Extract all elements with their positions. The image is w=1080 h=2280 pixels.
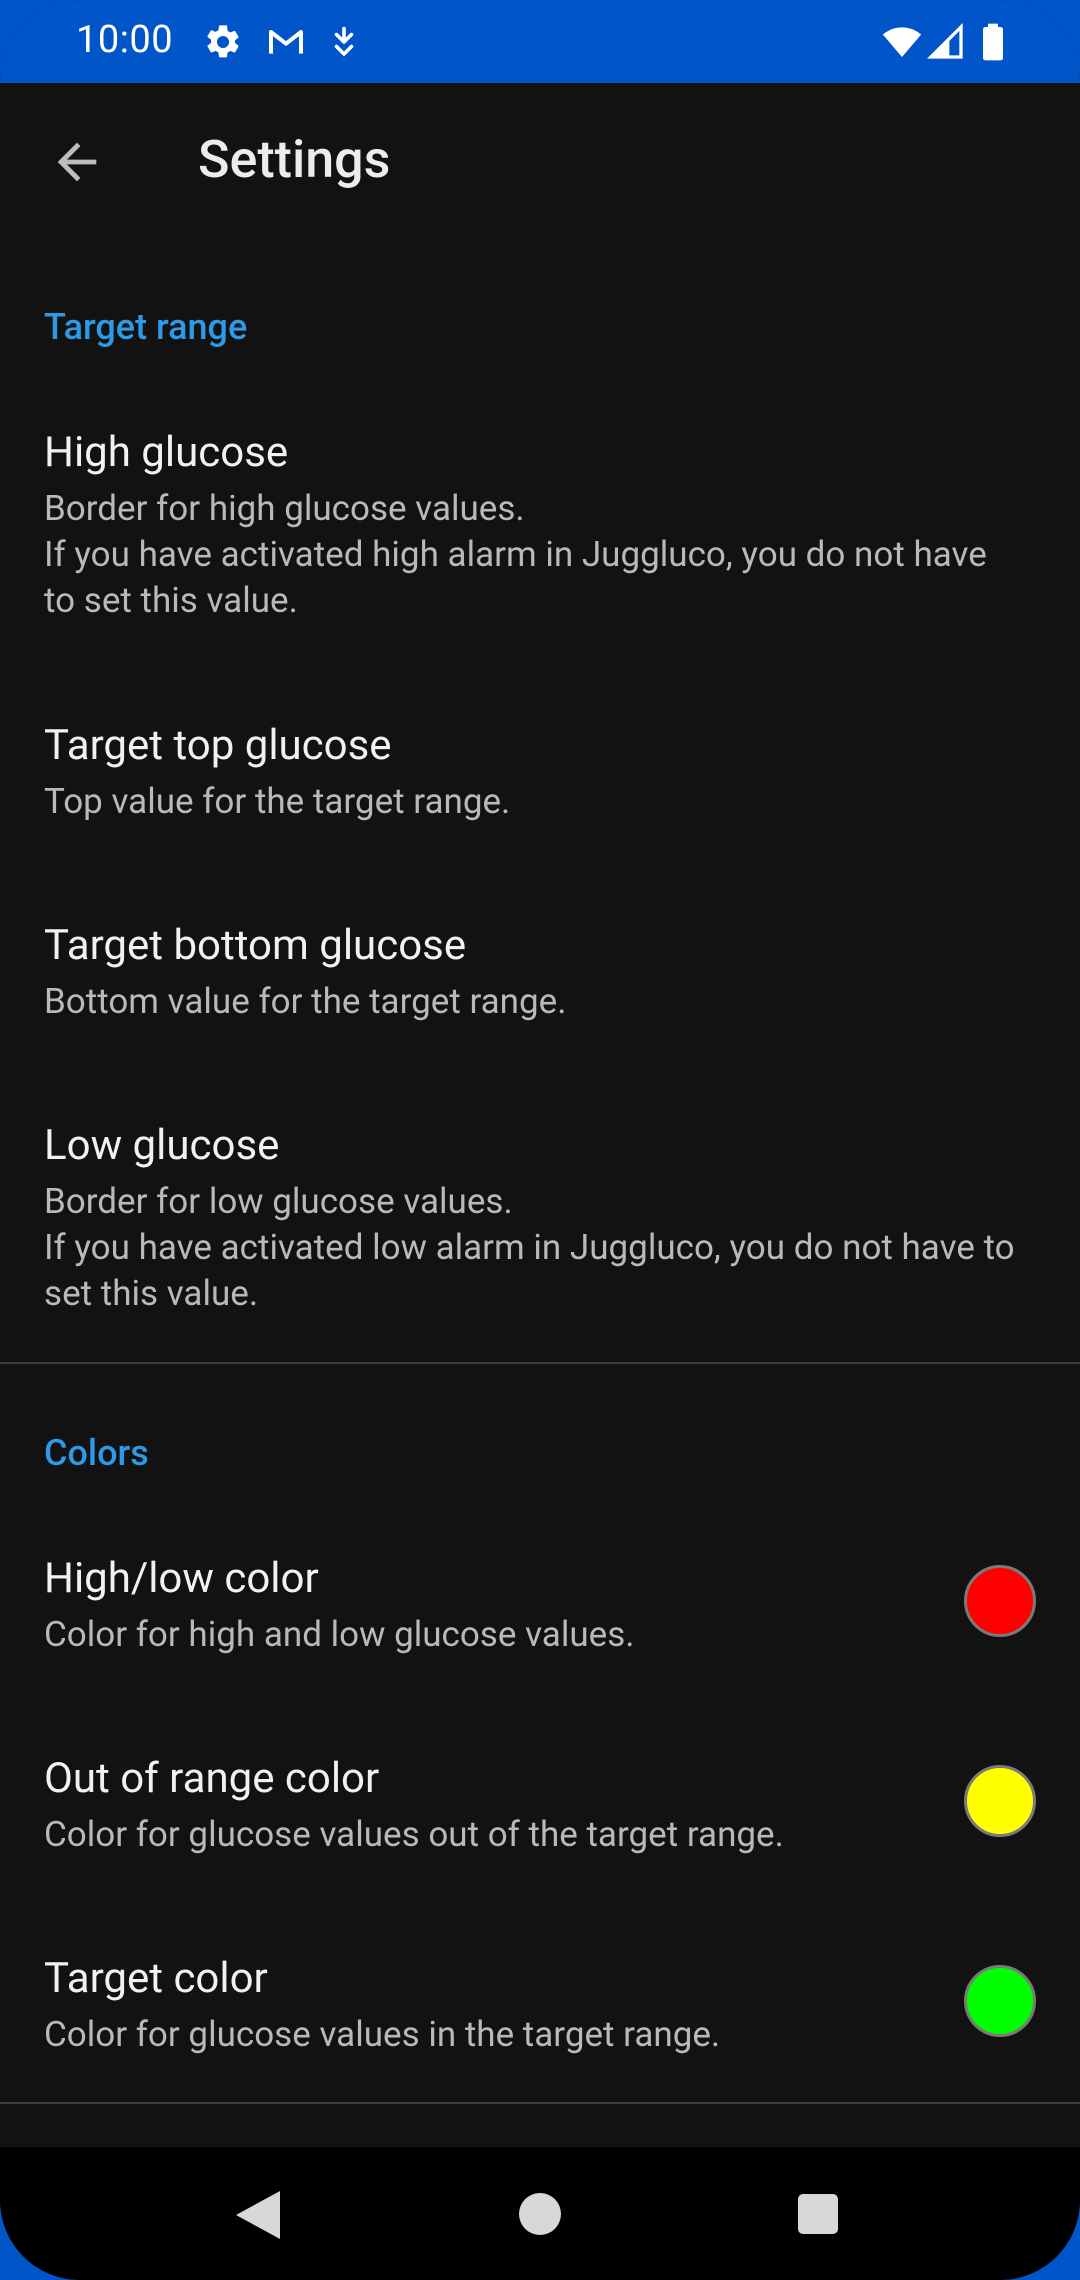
pref-title: High/low color <box>44 1554 319 1603</box>
pref-summary: Top value for the target range. <box>44 781 511 822</box>
color-swatch[interactable] <box>964 1965 1036 2037</box>
pref-high-glucose[interactable]: High glucose Border for high glucose val… <box>0 420 1080 648</box>
pref-target-color[interactable]: Target color Color for glucose values in… <box>0 1946 1080 2086</box>
color-swatch[interactable] <box>964 1765 1036 1837</box>
wifi-icon <box>882 27 922 57</box>
gmail-icon <box>269 30 303 54</box>
navigation-bar <box>0 2147 1080 2280</box>
pref-summary: Color for glucose values out of the targ… <box>44 1814 784 1855</box>
nav-back-icon[interactable] <box>236 2191 280 2239</box>
app-bar: Settings <box>0 83 1080 243</box>
arrow-back-icon[interactable] <box>48 133 106 191</box>
section-header-target-range: Target range <box>44 306 248 348</box>
pref-summary: Bottom value for the target range. <box>44 981 567 1022</box>
pref-title: Target color <box>44 1954 268 2003</box>
battery-icon <box>983 23 1003 61</box>
nav-recents-icon[interactable] <box>798 2194 838 2234</box>
pref-target-bottom-glucose[interactable]: Target bottom glucose Bottom value for t… <box>0 913 1080 1043</box>
page-title: Settings <box>198 129 391 190</box>
pref-out-of-range-color[interactable]: Out of range color Color for glucose val… <box>0 1746 1080 1886</box>
nav-home-icon[interactable] <box>519 2193 561 2235</box>
pref-summary: Color for high and low glucose values. <box>44 1614 635 1655</box>
status-bar: 10:00 <box>0 0 1080 83</box>
cell-signal-icon <box>926 22 963 59</box>
pref-high-low-color[interactable]: High/low color Color for high and low gl… <box>0 1546 1080 1686</box>
section-header-colors: Colors <box>44 1432 149 1474</box>
pref-title: High glucose <box>44 428 289 477</box>
section-divider <box>0 1362 1080 1364</box>
pref-title: Target bottom glucose <box>44 921 467 970</box>
pref-title: Low glucose <box>44 1121 280 1170</box>
pref-target-top-glucose[interactable]: Target top glucose Top value for the tar… <box>0 713 1080 843</box>
pref-summary: Border for low glucose values. If you ha… <box>44 1181 1015 1314</box>
section-divider <box>0 2102 1080 2104</box>
pref-low-glucose[interactable]: Low glucose Border for low glucose value… <box>0 1113 1080 1341</box>
screen: 10:00 Settings Target range High glucose… <box>0 0 1080 2280</box>
pref-title: Out of range color <box>44 1754 380 1803</box>
settings-icon <box>207 25 239 58</box>
pref-title: Target top glucose <box>44 721 392 770</box>
status-time: 10:00 <box>76 18 174 62</box>
pref-summary: Border for high glucose values. If you h… <box>44 488 987 621</box>
color-swatch[interactable] <box>964 1565 1036 1637</box>
pref-summary: Color for glucose values in the target r… <box>44 2014 721 2055</box>
download-icon <box>334 26 354 56</box>
